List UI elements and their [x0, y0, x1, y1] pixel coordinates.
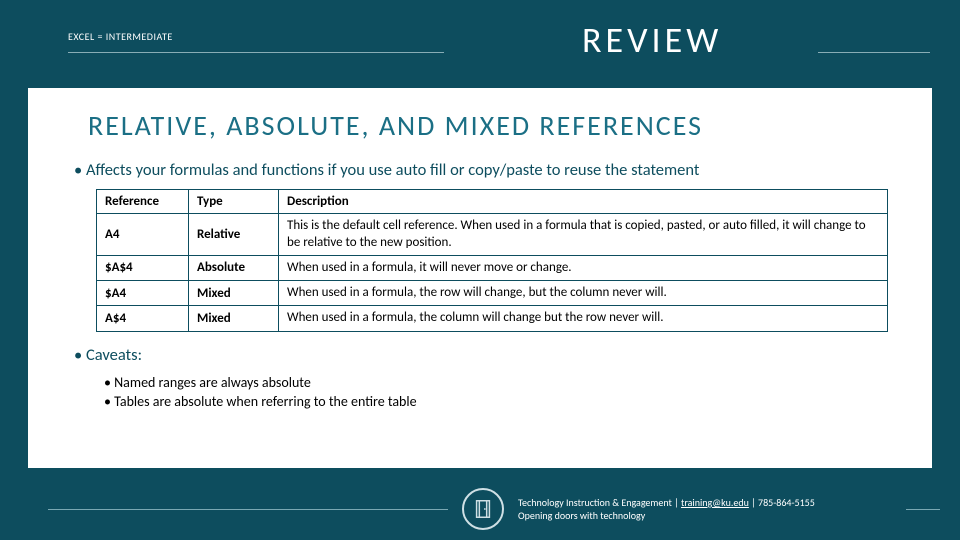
cell-type: Mixed	[189, 306, 279, 331]
cell-type: Relative	[189, 214, 279, 256]
footer-org: Technology Instruction & Engagement |	[518, 496, 681, 509]
table-header-row: Reference Type Description	[97, 190, 888, 214]
cell-desc: When used in a formula, it will never mo…	[279, 255, 888, 280]
door-icon	[462, 488, 504, 530]
review-badge: REVIEW	[582, 18, 722, 62]
cell-type: Absolute	[189, 255, 279, 280]
table-row: $A$4 Absolute When used in a formula, it…	[97, 255, 888, 280]
header-rule-left	[68, 52, 444, 53]
sub-bullet-tables: Tables are absolute when referring to th…	[104, 393, 908, 410]
cell-ref: A$4	[97, 306, 189, 331]
breadcrumb: EXCEL = INTERMEDIATE	[68, 30, 173, 43]
footer-rule-left	[48, 509, 448, 510]
th-type: Type	[189, 190, 279, 214]
table-row: A4 Relative This is the default cell ref…	[97, 214, 888, 256]
table-row: A$4 Mixed When used in a formula, the co…	[97, 306, 888, 331]
footer-tagline: Opening doors with technology	[518, 509, 815, 522]
references-table: Reference Type Description A4 Relative T…	[96, 189, 888, 331]
cell-desc: This is the default cell reference. When…	[279, 214, 888, 256]
cell-desc: When used in a formula, the column will …	[279, 306, 888, 331]
cell-ref: $A$4	[97, 255, 189, 280]
cell-desc: When used in a formula, the row will cha…	[279, 281, 888, 306]
footer-rule-right	[906, 509, 940, 510]
content-card: RELATIVE, ABSOLUTE, AND MIXED REFERENCES…	[28, 88, 932, 468]
footer: Technology Instruction & Engagement | tr…	[0, 488, 960, 530]
sub-bullet-named-ranges: Named ranges are always absolute	[104, 374, 908, 391]
cell-type: Mixed	[189, 281, 279, 306]
cell-ref: A4	[97, 214, 189, 256]
slide-title: RELATIVE, ABSOLUTE, AND MIXED REFERENCES	[88, 108, 908, 143]
bullet-intro: Affects your formulas and functions if y…	[74, 159, 908, 181]
table-row: $A4 Mixed When used in a formula, the ro…	[97, 281, 888, 306]
footer-text: Technology Instruction & Engagement | tr…	[518, 496, 815, 522]
cell-ref: $A4	[97, 281, 189, 306]
bullet-caveats: Caveats:	[74, 344, 908, 366]
header-rule-right	[818, 52, 930, 53]
footer-email-link[interactable]: training@ku.edu	[681, 496, 749, 509]
th-reference: Reference	[97, 190, 189, 214]
footer-phone: | 785-864-5155	[749, 496, 815, 509]
th-description: Description	[279, 190, 888, 214]
